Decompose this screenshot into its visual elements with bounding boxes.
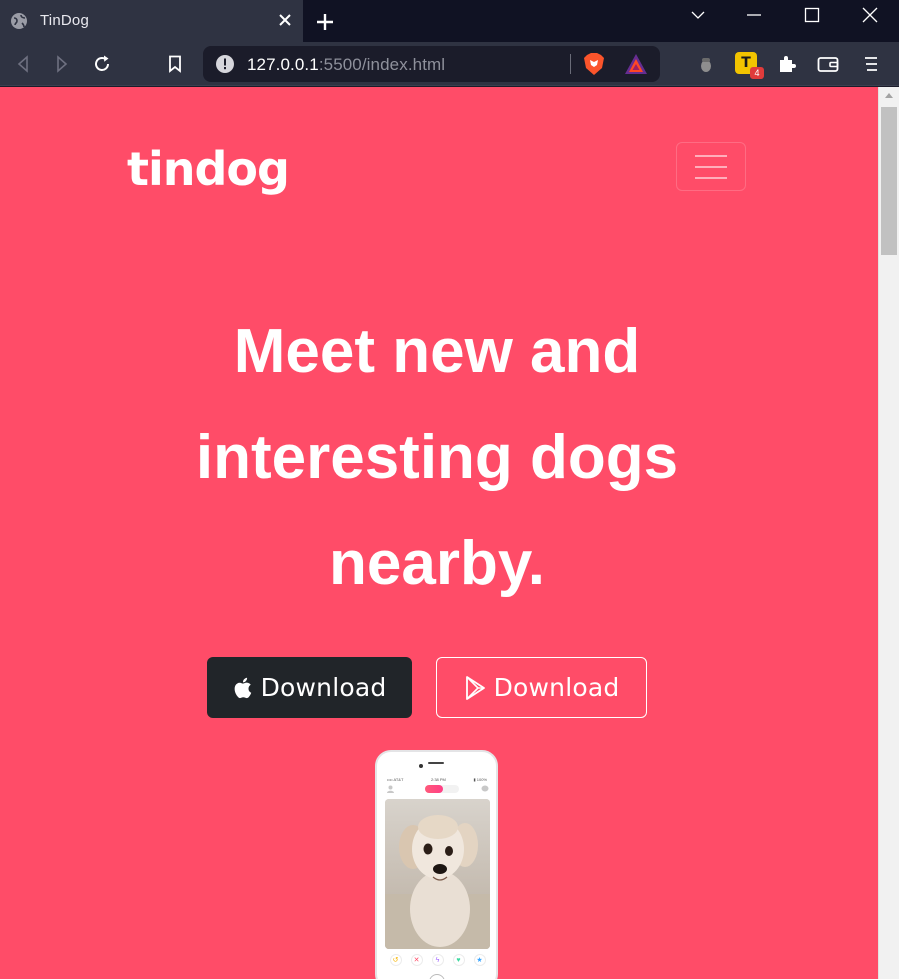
apple-download-label: Download (260, 673, 387, 702)
boost-icon: ϟ (431, 954, 444, 966)
browser-toolbar: 127.0.0.1:5500/index.html T 4 (0, 42, 899, 86)
extension-count-badge: 4 (750, 67, 764, 79)
back-icon[interactable] (11, 52, 35, 76)
phone-app-nav (385, 785, 489, 794)
brave-lion-icon[interactable] (583, 52, 605, 76)
url-text[interactable]: 127.0.0.1:5500/index.html (247, 55, 445, 75)
iphone-mockup-image: •••• AT&T 2:38 PM ▮ 100% ↺ ✕ ϟ ♥ ★ (375, 750, 498, 979)
like-icon: ♥ (452, 954, 465, 966)
plus-icon[interactable] (315, 12, 335, 32)
page-viewport: tindog Meet new and interesting dogs nea… (0, 87, 878, 979)
bat-triangle-icon[interactable] (624, 53, 648, 75)
phone-action-buttons: ↺ ✕ ϟ ♥ ★ (385, 954, 490, 966)
phone-toggle (425, 785, 459, 793)
maximize-icon[interactable] (784, 0, 840, 30)
browser-tab[interactable]: TinDog (0, 0, 303, 42)
apple-download-button[interactable]: Download (207, 657, 412, 718)
navbar-toggler-button[interactable] (676, 142, 746, 191)
url-divider (570, 54, 571, 74)
phone-status-bar: •••• AT&T 2:38 PM ▮ 100% (387, 777, 487, 782)
bookmark-icon[interactable] (163, 52, 187, 76)
close-window-icon[interactable] (842, 0, 898, 30)
close-icon[interactable] (276, 11, 294, 29)
address-bar[interactable]: 127.0.0.1:5500/index.html (203, 46, 660, 82)
info-icon[interactable] (215, 54, 235, 74)
hero-title: Meet new and interesting dogs nearby. (195, 317, 679, 598)
navbar-brand[interactable]: tindog (127, 142, 290, 196)
title-bar: TinDog (0, 0, 899, 42)
phone-camera (419, 764, 423, 768)
google-play-download-label: Download (493, 673, 620, 702)
nope-icon: ✕ (410, 954, 423, 966)
undo-icon: ↺ (389, 954, 402, 966)
wallet-icon[interactable] (816, 52, 840, 76)
minimize-icon[interactable] (726, 0, 782, 30)
toggler-bar (695, 166, 727, 168)
chat-icon (481, 785, 489, 792)
phone-speaker (428, 762, 444, 764)
vertical-scrollbar[interactable] (878, 87, 899, 979)
tab-title: TinDog (40, 12, 89, 29)
scroll-up-arrow[interactable] (885, 93, 893, 98)
globe-icon (11, 13, 27, 29)
toggler-bar (695, 177, 727, 179)
toggler-bar (695, 155, 727, 157)
profile-icon (387, 785, 394, 793)
url-host: 127.0.0.1 (247, 55, 319, 74)
url-path: :5500/index.html (318, 55, 446, 74)
dog-photo (385, 799, 490, 949)
forward-icon[interactable] (50, 52, 74, 76)
apple-icon (234, 677, 251, 698)
chevron-down-icon[interactable] (670, 0, 726, 30)
scroll-thumb[interactable] (881, 107, 897, 255)
reload-icon[interactable] (90, 52, 114, 76)
puzzle-icon[interactable] (775, 52, 799, 76)
menu-icon[interactable] (859, 52, 883, 76)
phone-home-button (429, 974, 445, 979)
extension-acorn-icon[interactable] (694, 52, 718, 76)
super-like-icon: ★ (473, 954, 486, 966)
google-play-icon (465, 675, 485, 700)
google-play-download-button[interactable]: Download (436, 657, 647, 718)
